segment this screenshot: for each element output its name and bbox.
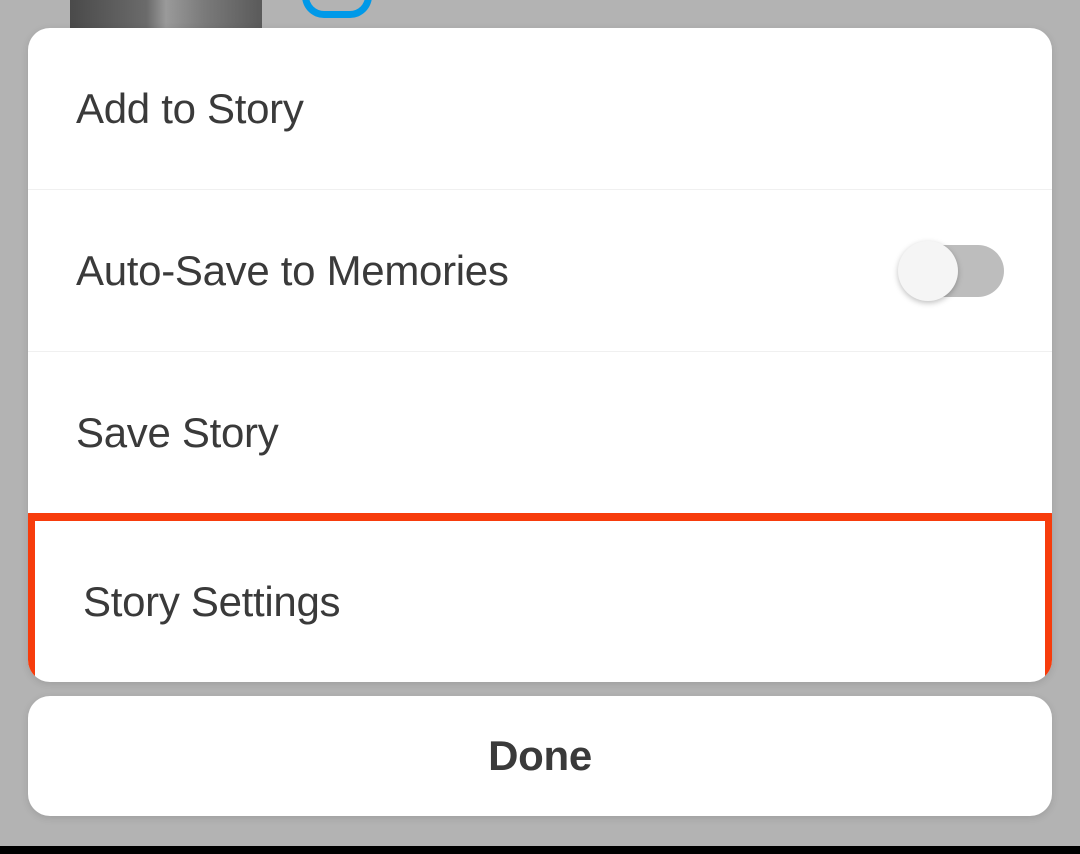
auto-save-toggle[interactable] xyxy=(902,245,1004,297)
story-settings-item[interactable]: Story Settings xyxy=(28,513,1052,682)
story-actions-menu: Add to Story Auto-Save to Memories Save … xyxy=(28,28,1052,682)
background-camera-icon xyxy=(302,0,372,18)
auto-save-memories-item[interactable]: Auto-Save to Memories xyxy=(28,190,1052,352)
done-button[interactable]: Done xyxy=(28,696,1052,816)
bottom-black-bar xyxy=(0,846,1080,854)
story-settings-label: Story Settings xyxy=(83,578,340,626)
toggle-knob xyxy=(898,241,958,301)
add-to-story-item[interactable]: Add to Story xyxy=(28,28,1052,190)
auto-save-memories-label: Auto-Save to Memories xyxy=(76,247,509,295)
save-story-item[interactable]: Save Story xyxy=(28,352,1052,514)
add-to-story-label: Add to Story xyxy=(76,85,304,133)
save-story-label: Save Story xyxy=(76,409,278,457)
done-button-label: Done xyxy=(488,732,592,780)
background-thumbnail xyxy=(70,0,262,30)
